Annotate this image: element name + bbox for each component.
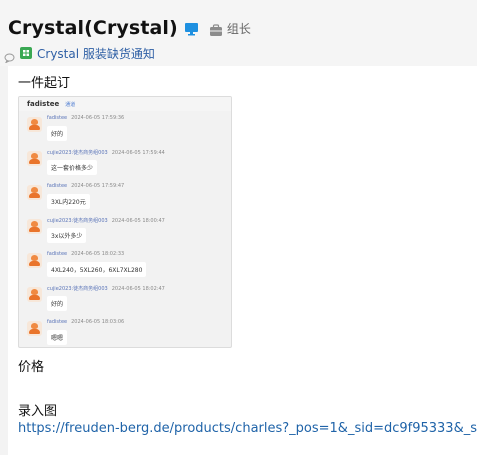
- avatar: [27, 219, 42, 234]
- chat-bubble-icon: [4, 48, 15, 64]
- screenshot-message-meta: fadistee 2024-06-05 17:59:47: [47, 183, 125, 189]
- monitor-icon: [184, 21, 199, 36]
- screenshot-message-bubble: 3XL内220元: [47, 194, 90, 209]
- avatar: [27, 321, 42, 336]
- screenshot-message-meta: fadistee 2024-06-05 18:02:33: [47, 251, 125, 257]
- screenshot-tag: 通道: [65, 101, 76, 108]
- message-body: 一件起订 fadistee 通道 fadistee 2024-06-05 17:5…: [8, 66, 477, 455]
- screenshot-message-bubble: 4XL240，5XL260，6XL7XL280: [47, 262, 147, 277]
- avatar: [27, 287, 42, 302]
- avatar: [27, 185, 42, 200]
- screenshot-header: fadistee 通道: [19, 97, 231, 111]
- screenshot-message-bubble: 好的: [47, 296, 68, 311]
- avatar: [27, 253, 42, 268]
- screenshot-message-bubble: 嗯嗯: [47, 330, 68, 345]
- screenshot-message-bubble: 3x以外多少: [47, 228, 87, 243]
- message-text-line: 录入图: [18, 404, 58, 419]
- avatar: [27, 117, 42, 132]
- message-header: Crystal(Crystal) 组长 Crystal 服装缺货通知: [0, 0, 477, 66]
- screenshot-message-meta: fadistee 2024-06-05 17:59:36: [47, 115, 125, 121]
- app-icon: [20, 47, 32, 59]
- chat-screenshot-image[interactable]: fadistee 通道 fadistee 2024-06-05 17:59:36 …: [18, 96, 232, 348]
- title-row: Crystal(Crystal) 组长: [8, 16, 251, 40]
- source-row: Crystal 服装缺货通知: [4, 44, 155, 64]
- briefcase-icon: [209, 22, 223, 36]
- screenshot-message-meta: cujie2023:徒杰商务组003 2024-06-05 18:02:47: [47, 286, 165, 292]
- screenshot-message-bubble: 好的: [47, 126, 68, 141]
- screenshot-message-meta: cujie2023:徒杰商务组003 2024-06-05 18:00:47: [47, 218, 165, 224]
- role-label: 组长: [226, 21, 251, 36]
- screenshot-message-meta: cujie2023:徒杰商务组003 2024-06-05 17:59:44: [47, 150, 165, 156]
- message-text-line: 一件起订: [18, 76, 71, 91]
- screenshot-contact-name: fadistee: [27, 100, 60, 108]
- screenshot-message-meta: fadistee 2024-06-05 18:03:06: [47, 319, 125, 325]
- message-text-line: 价格: [18, 360, 45, 375]
- screenshot-message-bubble: 这一套价格多少: [47, 160, 98, 175]
- avatar: [27, 151, 42, 166]
- source-group-link[interactable]: Crystal 服装缺货通知: [37, 45, 155, 62]
- product-url-link[interactable]: https://freuden-berg.de/products/charles…: [18, 421, 477, 436]
- sender-title[interactable]: Crystal(Crystal): [8, 17, 178, 39]
